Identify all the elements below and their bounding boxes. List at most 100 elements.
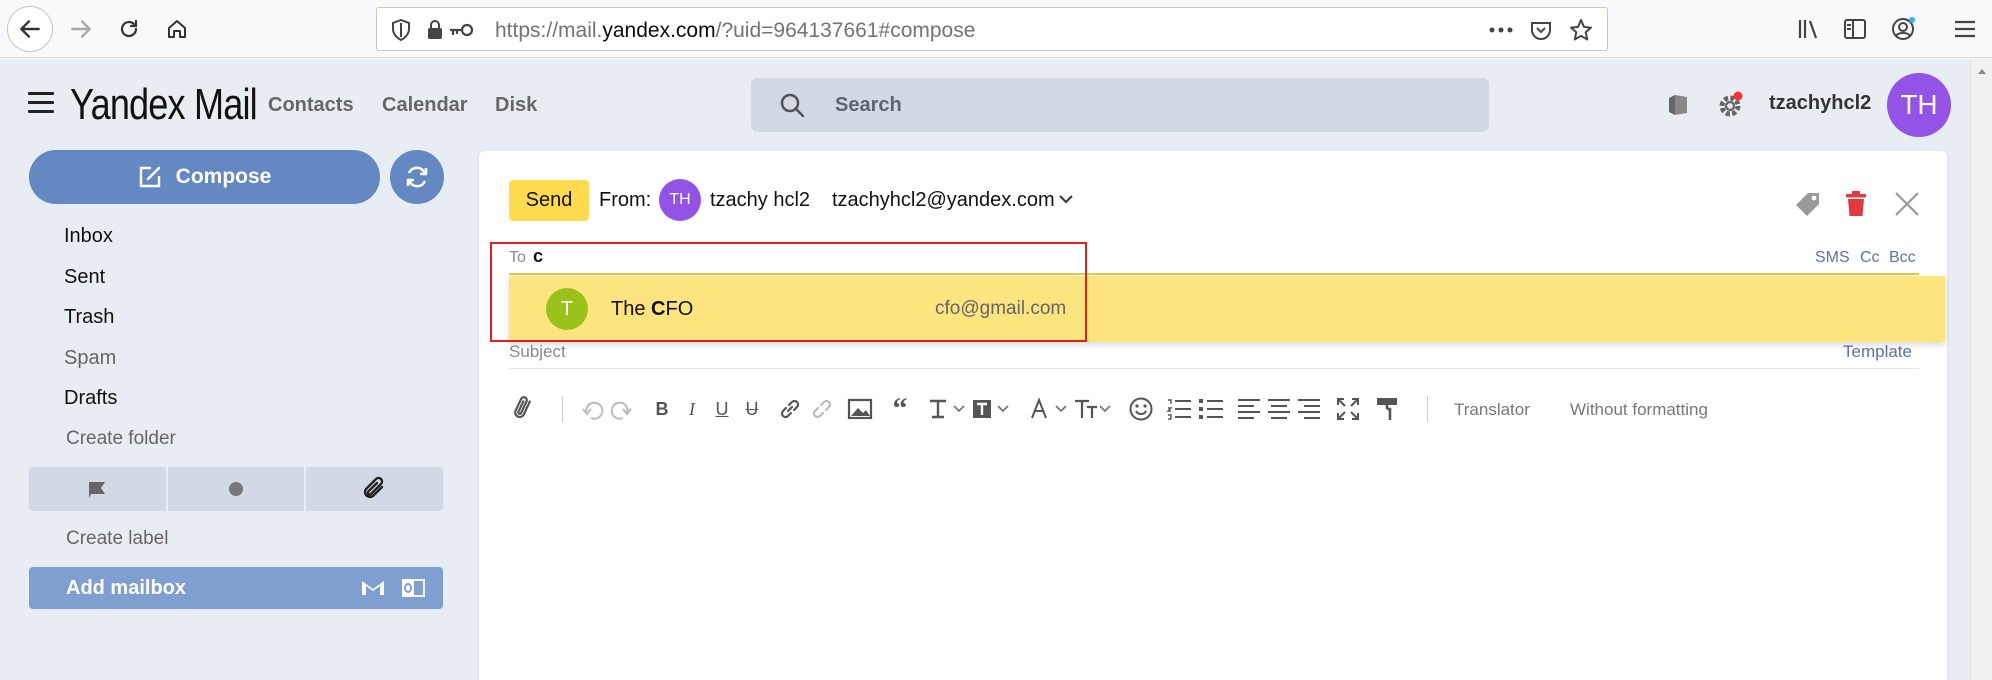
link-icon[interactable] <box>776 396 804 422</box>
more-dots-icon[interactable] <box>1487 16 1515 44</box>
url-text[interactable]: https://mail.yandex.com/?uid=964137661#c… <box>495 19 975 43</box>
sender-avatar: TH <box>659 179 701 221</box>
sms-link[interactable]: SMS <box>1815 249 1850 267</box>
folder-trash[interactable]: Trash <box>64 306 114 329</box>
search-box[interactable]: Search <box>751 78 1489 132</box>
create-label-link[interactable]: Create label <box>66 528 168 550</box>
from-label: From: <box>599 189 652 211</box>
align-right-icon[interactable] <box>1296 396 1322 422</box>
send-button[interactable]: Send <box>509 180 589 221</box>
home-icon <box>168 20 186 38</box>
attach-paperclip-icon[interactable] <box>509 396 539 422</box>
cc-link[interactable]: Cc <box>1860 249 1880 267</box>
template-link[interactable]: Template <box>1843 342 1912 362</box>
toolbar-divider <box>1427 396 1428 422</box>
lock-icon[interactable] <box>421 16 449 44</box>
back-button[interactable] <box>7 6 53 52</box>
quick-filter-bar <box>29 467 444 511</box>
subject-input[interactable]: Subject <box>509 342 566 362</box>
filter-unread[interactable] <box>167 467 305 511</box>
sidebar-icon[interactable] <box>1838 12 1872 46</box>
page-scrollbar[interactable] <box>1970 59 1992 680</box>
gmail-icon <box>362 581 384 595</box>
settings-gear-icon[interactable] <box>1714 89 1746 121</box>
folder-sent[interactable]: Sent <box>64 266 105 289</box>
reload-button[interactable] <box>106 6 152 52</box>
align-left-icon[interactable] <box>1236 396 1262 422</box>
yandex-mail-logo[interactable]: Yandex Mail <box>70 80 258 130</box>
nav-contacts[interactable]: Contacts <box>268 94 354 117</box>
font-color-icon[interactable] <box>1028 396 1072 422</box>
bcc-link[interactable]: Bcc <box>1889 249 1916 267</box>
username[interactable]: tzachyhcl2 <box>1769 92 1871 115</box>
folder-spam[interactable]: Spam <box>64 347 116 370</box>
bold-icon[interactable]: B <box>651 396 673 422</box>
nav-disk[interactable]: Disk <box>495 94 537 117</box>
delete-trash-icon[interactable] <box>1840 188 1872 220</box>
key-icon[interactable] <box>447 16 475 44</box>
outlook-icon <box>402 579 425 597</box>
forward-button[interactable] <box>58 6 104 52</box>
compose-button[interactable]: Compose <box>29 150 380 204</box>
align-center-icon[interactable] <box>1266 396 1292 422</box>
italic-icon[interactable]: I <box>681 396 703 422</box>
chevron-down-icon[interactable] <box>1058 193 1074 205</box>
home-button[interactable] <box>154 6 200 52</box>
close-icon[interactable] <box>1891 188 1923 220</box>
sender-email[interactable]: tzachyhcl2@yandex.com <box>832 189 1055 212</box>
shield-icon[interactable] <box>387 16 415 44</box>
insert-image-icon[interactable] <box>845 396 875 422</box>
hamburger-menu-icon[interactable] <box>28 92 54 114</box>
account-icon[interactable] <box>1886 12 1920 46</box>
arrow-right-icon <box>71 20 91 38</box>
numbered-list-icon[interactable] <box>1165 396 1193 422</box>
filter-flagged[interactable] <box>29 467 166 511</box>
toolbar-divider <box>562 396 563 422</box>
compose-label: Compose <box>175 165 272 188</box>
folder-drafts[interactable]: Drafts <box>64 387 117 410</box>
undo-icon[interactable] <box>580 396 606 422</box>
nav-calendar[interactable]: Calendar <box>382 94 468 117</box>
refresh-button[interactable] <box>390 150 444 204</box>
user-avatar[interactable]: TH <box>1887 73 1951 137</box>
pocket-icon[interactable] <box>1527 16 1555 44</box>
emoji-icon[interactable] <box>1126 396 1156 422</box>
bookmark-star-icon[interactable] <box>1567 16 1595 44</box>
annotation-highlight-box <box>490 242 1087 342</box>
paperclip-icon <box>363 476 383 499</box>
address-bar[interactable]: https://mail.yandex.com/?uid=964137661#c… <box>376 7 1608 51</box>
browser-toolbar: https://mail.yandex.com/?uid=964137661#c… <box>0 0 1992 58</box>
compose-pencil-icon <box>139 166 160 188</box>
add-mailbox-button[interactable]: Add mailbox <box>29 567 443 609</box>
quote-icon[interactable]: “ <box>885 392 915 425</box>
refresh-icon <box>406 166 428 188</box>
folder-inbox[interactable]: Inbox <box>64 225 113 248</box>
bullet-list-icon[interactable] <box>1197 396 1225 422</box>
library-icon[interactable] <box>1792 12 1826 46</box>
themes-icon[interactable] <box>1662 89 1694 121</box>
add-mailbox-label: Add mailbox <box>66 577 187 599</box>
redo-icon[interactable] <box>608 396 634 422</box>
translator-button[interactable]: Translator <box>1454 400 1530 420</box>
search-icon <box>780 93 805 118</box>
label-tag-icon[interactable] <box>1792 188 1824 220</box>
sender-name[interactable]: tzachy hcl2 <box>710 189 810 212</box>
menu-icon[interactable] <box>1948 12 1982 46</box>
unread-dot-icon <box>229 482 243 496</box>
message-body-editor[interactable] <box>509 440 1919 670</box>
underline-icon[interactable]: U <box>711 396 733 422</box>
unlink-icon[interactable] <box>808 396 836 422</box>
without-formatting-button[interactable]: Without formatting <box>1570 400 1708 420</box>
font-size-icon[interactable] <box>1072 396 1116 422</box>
search-placeholder: Search <box>835 94 902 116</box>
filter-attachments[interactable] <box>306 467 444 511</box>
text-box-icon[interactable] <box>970 396 1014 422</box>
format-painter-icon[interactable] <box>1374 396 1400 422</box>
flag-icon <box>89 482 106 498</box>
subject-underline <box>509 368 1919 369</box>
create-folder-link[interactable]: Create folder <box>66 428 176 450</box>
fullscreen-icon[interactable] <box>1335 396 1361 422</box>
strikethrough-icon[interactable]: U <box>741 396 763 422</box>
reload-icon <box>120 19 138 38</box>
text-format-icon[interactable] <box>926 396 970 422</box>
